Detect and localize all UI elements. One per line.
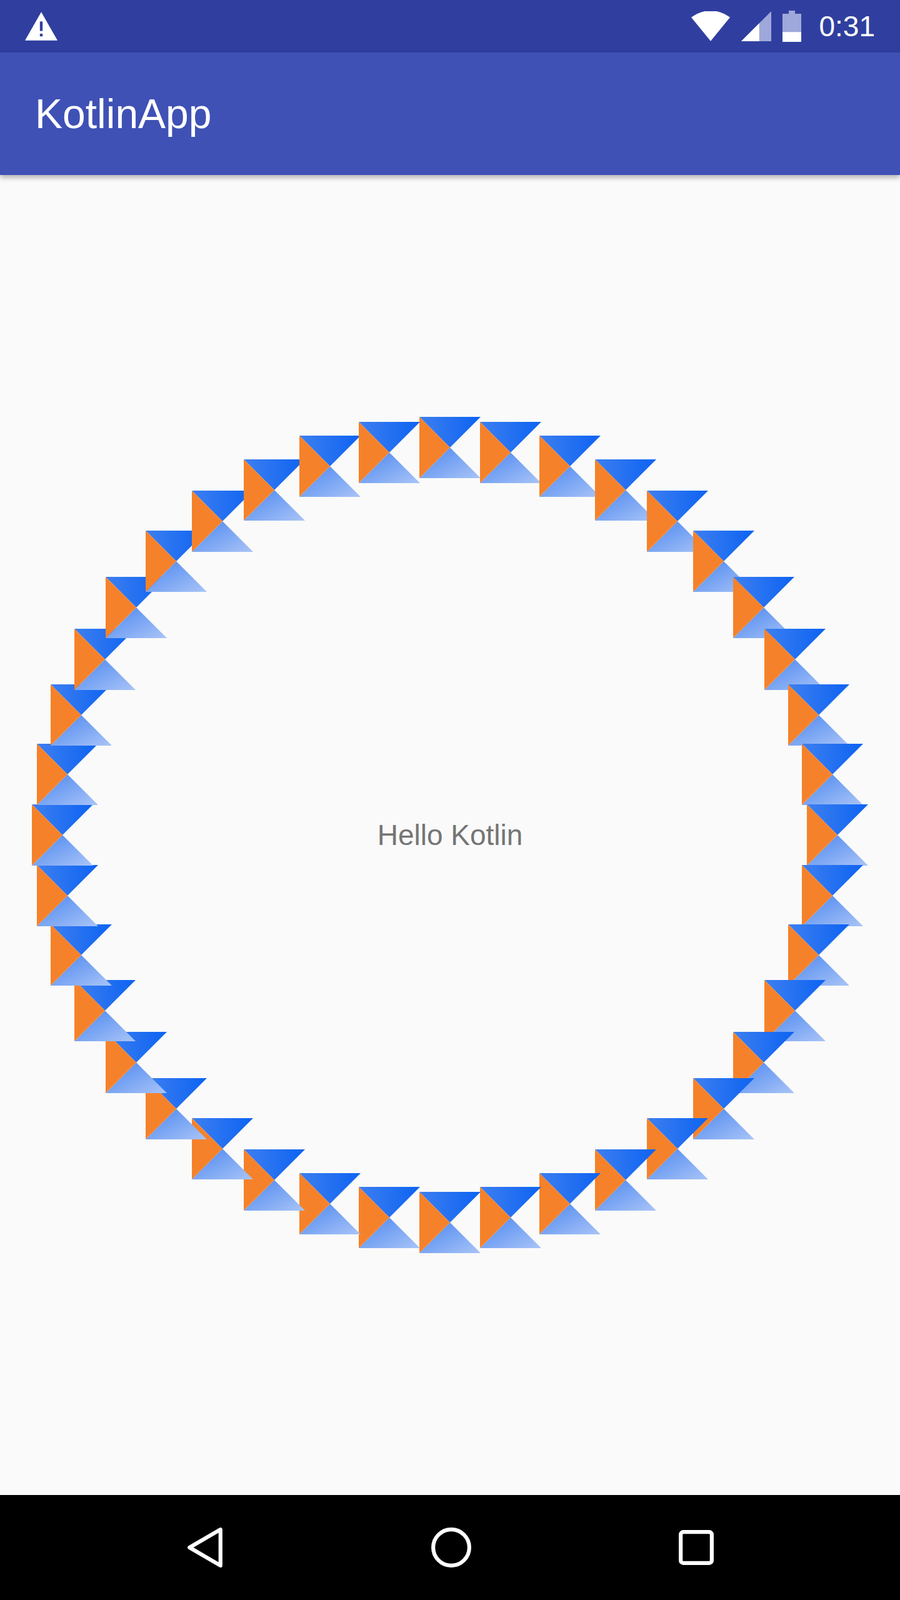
recents-icon[interactable] [678,1529,715,1566]
battery-icon [782,10,802,43]
kotlin-logo-icon [191,1118,254,1180]
app-title: KotlinApp [35,93,212,135]
app-bar: KotlinApp [0,52,900,175]
warning-icon [25,11,58,41]
kotlin-logo-icon [358,421,420,484]
kotlin-logo-icon [788,924,850,986]
signal-icon [741,11,772,42]
kotlin-logo-icon [801,743,864,805]
kotlin-logo-icon [419,416,481,479]
kotlin-logo-icon [419,1191,481,1254]
kotlin-logo-icon [480,421,542,484]
kotlin-logo-icon [50,924,112,986]
kotlin-logo-icon [539,1173,601,1235]
kotlin-logo-icon [480,1186,542,1249]
logo-ring: Hello Kotlin [31,416,869,1254]
kotlin-logo-icon [788,684,850,746]
status-time: 0:31 [818,11,875,41]
kotlin-logo-icon [806,804,869,866]
kotlin-logo-icon [36,743,99,805]
android-screen: 0:31 KotlinApp Hello Kotlin [0,0,900,1600]
kotlin-logo-icon [243,1149,305,1211]
kotlin-logo-icon [299,1173,361,1235]
kotlin-logo-icon [243,459,305,521]
wifi-icon [691,11,730,42]
status-bar: 0:31 [0,0,900,53]
home-icon[interactable] [430,1526,472,1569]
kotlin-logo-icon [595,1149,657,1211]
kotlin-logo-icon [646,1118,709,1180]
kotlin-logo-icon [801,865,864,927]
navigation-bar [0,1495,900,1600]
kotlin-logo-icon [74,980,136,1042]
kotlin-logo-icon [358,1186,420,1249]
kotlin-logo-icon [36,865,99,927]
kotlin-logo-icon [31,804,94,866]
kotlin-logo-icon [764,628,826,690]
kotlin-logo-icon [299,435,361,497]
kotlin-logo-icon [539,435,601,497]
kotlin-logo-icon [693,1078,755,1140]
back-icon[interactable] [185,1526,225,1569]
kotlin-logo-icon [50,684,112,746]
content: Hello Kotlin [0,175,900,1495]
hello-text: Hello Kotlin [377,820,524,850]
